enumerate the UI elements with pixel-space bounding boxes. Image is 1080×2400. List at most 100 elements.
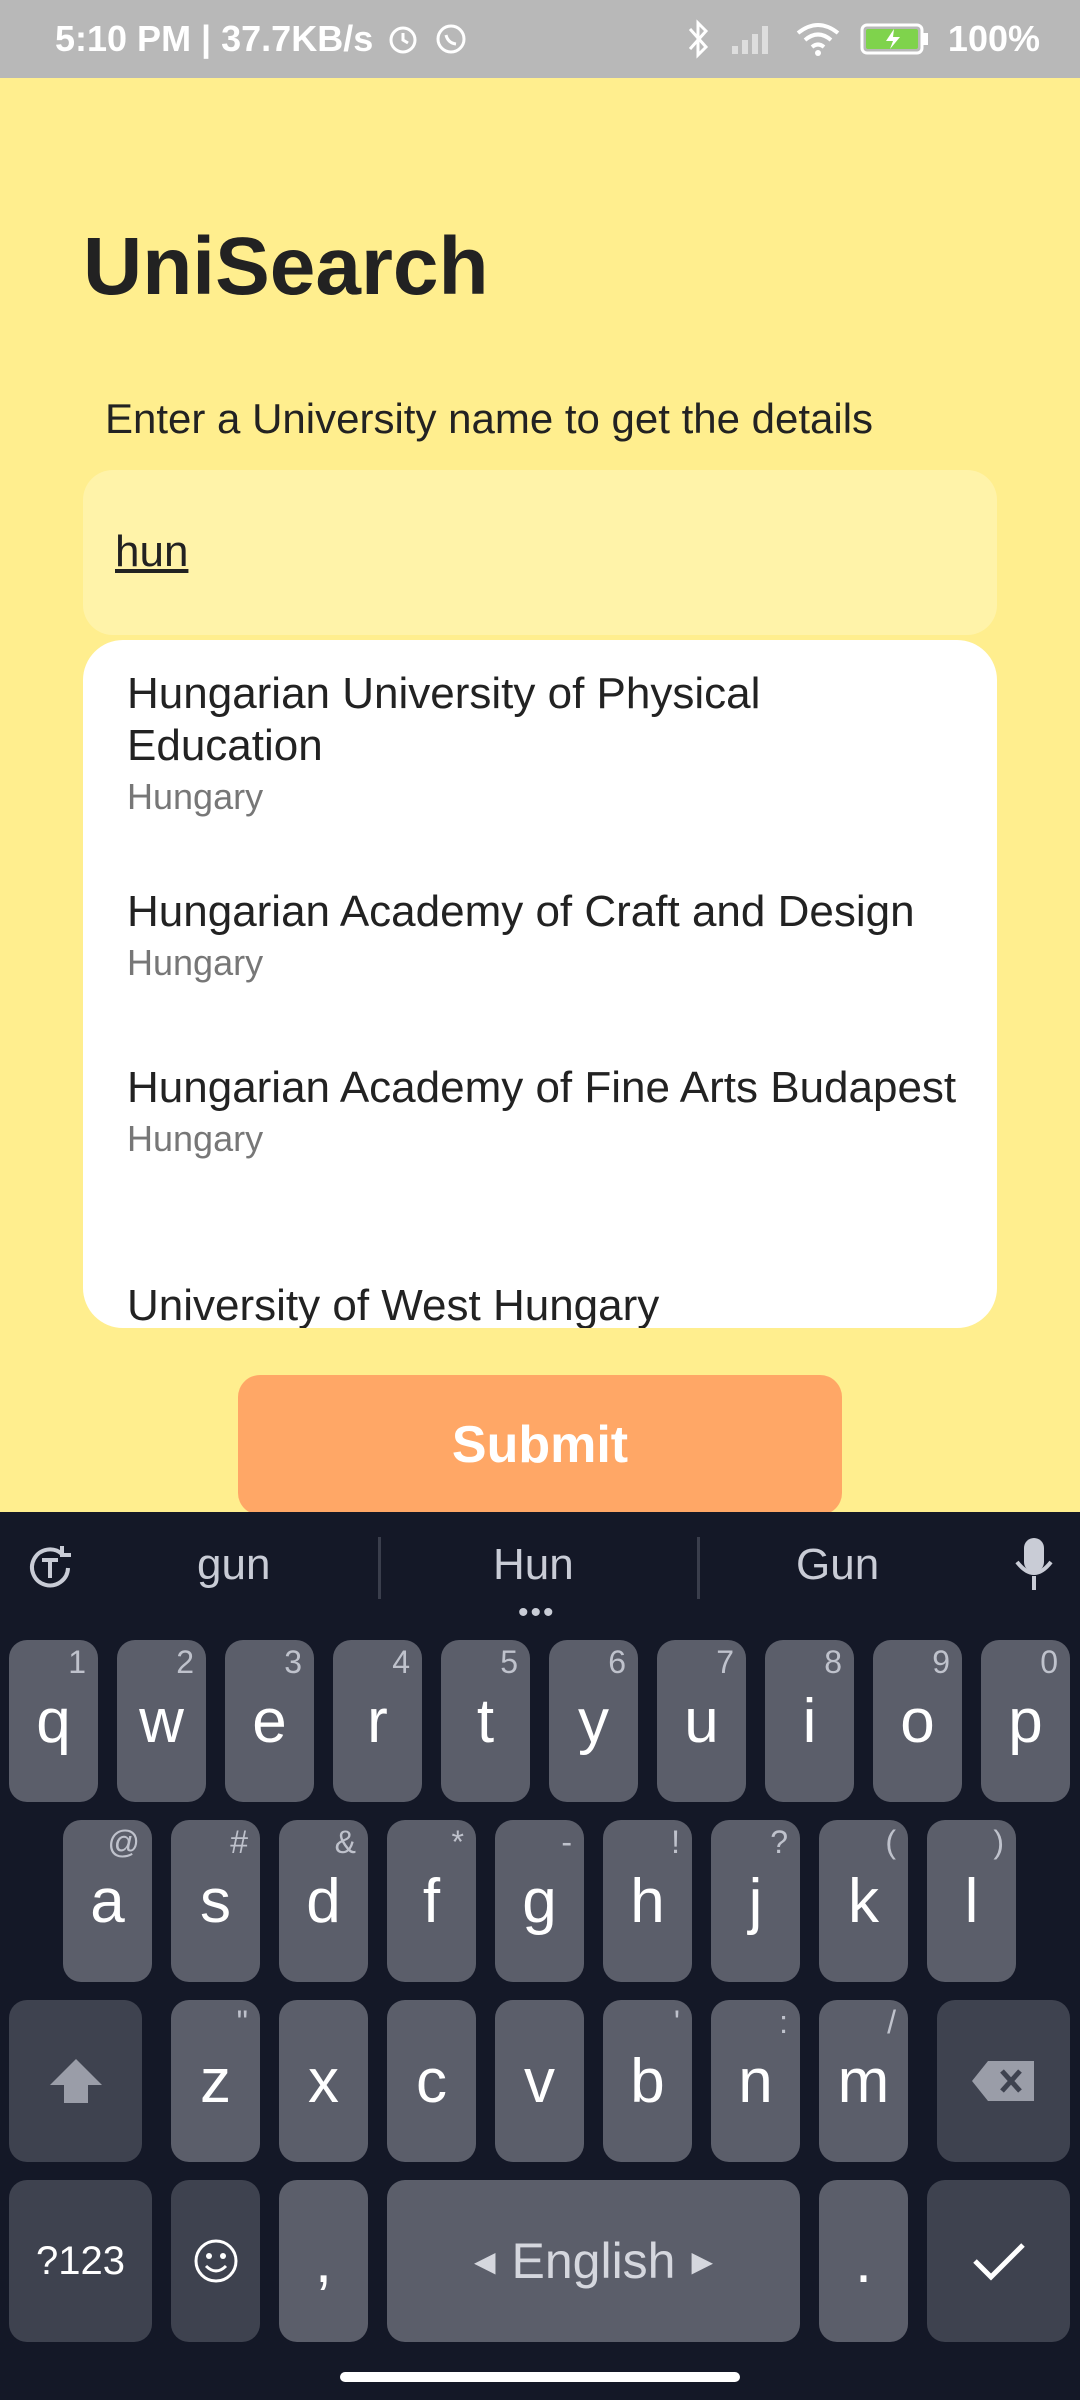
backspace-icon — [970, 2057, 1038, 2105]
key-z[interactable]: z " — [171, 2000, 260, 2162]
key-label: v — [524, 2046, 555, 2116]
key-a[interactable]: a @ — [63, 1820, 152, 1982]
app-title: UniSearch — [83, 221, 489, 312]
suggestion-country: Hungary — [127, 776, 264, 817]
key-label: d — [306, 1866, 341, 1936]
key-e[interactable]: e3 — [225, 1640, 314, 1802]
chevron-left-icon: ◀ — [473, 2245, 496, 2277]
key-t[interactable]: t5 — [441, 1640, 530, 1802]
suggestion-name: University of West Hungary — [127, 1281, 660, 1328]
suggestion-name: Hungarian Academy of Craft and Design — [127, 887, 915, 936]
key-hint: 3 — [284, 1644, 302, 1680]
period-key[interactable]: . — [819, 2180, 908, 2342]
key-hint: ( — [885, 1824, 896, 1860]
key-k[interactable]: k( — [819, 1820, 908, 1982]
key-label: n — [738, 2046, 773, 2116]
key-i[interactable]: i8 — [765, 1640, 854, 1802]
key-label: z — [200, 2046, 231, 2116]
suggestion-item[interactable]: Hungarian Academy of Fine Arts Budapest … — [127, 1062, 957, 1160]
word-suggestion[interactable]: Hun — [493, 1540, 574, 1590]
alarm-icon — [385, 21, 421, 57]
key-hint: 1 — [68, 1644, 86, 1680]
key-label: i — [802, 1686, 817, 1756]
key-r[interactable]: r4 — [333, 1640, 422, 1802]
key-h[interactable]: h! — [603, 1820, 692, 1982]
shift-icon — [46, 2055, 106, 2107]
symbols-key[interactable]: ?123 — [9, 2180, 152, 2342]
key-q[interactable]: q1 — [9, 1640, 98, 1802]
whatsapp-icon — [433, 21, 469, 57]
more-suggestions-icon[interactable]: ••• — [518, 1596, 556, 1630]
key-s[interactable]: s # — [171, 1820, 260, 1982]
key-c[interactable]: c — [387, 2000, 476, 2162]
submit-button[interactable]: Submit — [238, 1375, 842, 1515]
checkmark-icon — [971, 2239, 1027, 2283]
key-hint: & — [334, 1824, 356, 1860]
divider — [697, 1537, 700, 1599]
key-label: s — [200, 1866, 231, 1936]
suggestion-item[interactable]: Hungarian Academy of Craft and Design Hu… — [127, 886, 957, 984]
word-suggestion[interactable]: gun — [197, 1540, 270, 1590]
key-n[interactable]: n: — [711, 2000, 800, 2162]
key-x[interactable]: x — [279, 2000, 368, 2162]
chevron-right-icon: ▶ — [691, 2245, 714, 2277]
key-hint: 5 — [500, 1644, 518, 1680]
key-j[interactable]: j? — [711, 1820, 800, 1982]
key-label: x — [308, 2046, 339, 2116]
key-l[interactable]: l) — [927, 1820, 1016, 1982]
key-label: g — [522, 1866, 557, 1936]
suggestion-item[interactable]: University of West Hungary — [127, 1280, 957, 1328]
key-hint: 4 — [392, 1644, 410, 1680]
key-g[interactable]: g- — [495, 1820, 584, 1982]
key-hint: " — [236, 2004, 248, 2040]
wifi-icon — [794, 21, 842, 57]
comma-key[interactable]: , — [279, 2180, 368, 2342]
suggestion-country: Hungary — [127, 942, 264, 983]
suggestion-strip: gun Hun ••• Gun — [0, 1512, 1080, 1629]
key-d[interactable]: d & — [279, 1820, 368, 1982]
word-suggestion[interactable]: Gun — [796, 1540, 879, 1590]
key-p[interactable]: p0 — [981, 1640, 1070, 1802]
key-w[interactable]: w2 — [117, 1640, 206, 1802]
key-label: y — [578, 1686, 609, 1756]
suggestion-item[interactable]: Hungarian University of Physical Educati… — [127, 668, 957, 818]
backspace-key[interactable] — [937, 2000, 1070, 2162]
key-f[interactable]: f * — [387, 1820, 476, 1982]
key-hint: 6 — [608, 1644, 626, 1680]
gesture-nav-handle[interactable] — [340, 2372, 740, 2382]
suggestion-country: Hungary — [127, 1118, 264, 1159]
key-y[interactable]: y6 — [549, 1640, 638, 1802]
key-label: k — [848, 1866, 879, 1936]
key-hint: : — [779, 2004, 788, 2040]
divider — [378, 1537, 381, 1599]
emoji-key[interactable] — [171, 2180, 260, 2342]
key-o[interactable]: o9 — [873, 1640, 962, 1802]
shift-key[interactable] — [9, 2000, 142, 2162]
enter-key[interactable] — [927, 2180, 1070, 2342]
suggestion-name: Hungarian Academy of Fine Arts Budapest — [127, 1063, 957, 1112]
key-label: a — [90, 1866, 125, 1936]
key-u[interactable]: u7 — [657, 1640, 746, 1802]
bluetooth-icon — [686, 19, 712, 59]
key-hint: 9 — [932, 1644, 950, 1680]
search-field[interactable] — [83, 470, 997, 635]
key-label: c — [416, 2046, 447, 2116]
key-hint: ! — [671, 1824, 680, 1860]
signal-icon — [730, 22, 776, 56]
microphone-icon[interactable] — [1012, 1534, 1056, 1594]
key-b[interactable]: b ' — [603, 2000, 692, 2162]
key-label: t — [476, 1686, 495, 1756]
key-hint: / — [887, 2004, 896, 2040]
soft-keyboard: gun Hun ••• Gun q1 w2 e3 r4 t5 y6 u7 i8 … — [0, 1512, 1080, 2400]
key-m[interactable]: m / — [819, 2000, 908, 2162]
spacebar[interactable]: ◀ English ▶ — [387, 2180, 800, 2342]
key-label: u — [684, 1686, 719, 1756]
key-label: r — [367, 1686, 388, 1756]
university-search-input[interactable] — [115, 520, 955, 584]
key-v[interactable]: v — [495, 2000, 584, 2162]
key-hint: @ — [107, 1824, 140, 1860]
key-label: m — [837, 2046, 890, 2116]
key-hint: 7 — [716, 1644, 734, 1680]
text-tools-icon[interactable] — [24, 1542, 76, 1594]
key-label: p — [1008, 1686, 1043, 1756]
